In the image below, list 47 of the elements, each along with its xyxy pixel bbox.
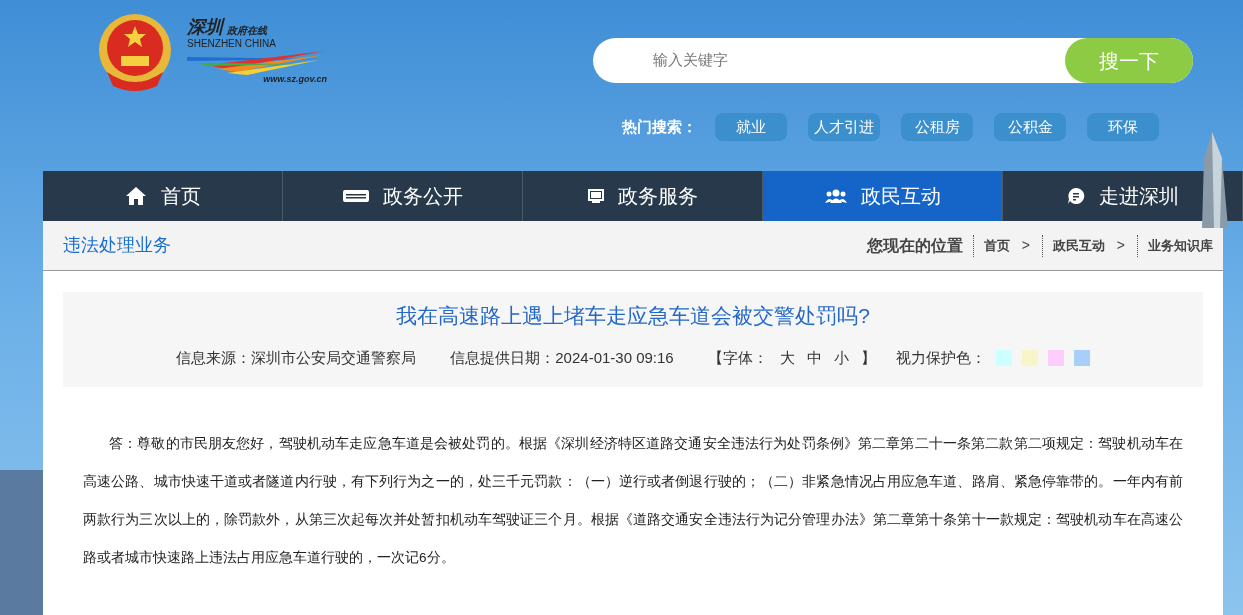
hot-search-tag[interactable]: 公积金 — [994, 113, 1066, 141]
newspaper-icon — [342, 190, 369, 202]
font-size-bracket: 】 — [860, 347, 876, 368]
emblem-icon — [97, 12, 173, 92]
nav-label: 政务服务 — [617, 184, 698, 209]
breadcrumb-separator: > — [1116, 236, 1125, 255]
breadcrumb-label: 您现在的位置 — [866, 235, 963, 256]
logo-url: www.sz.gov.cn — [263, 72, 327, 86]
nav-label: 政民互动 — [860, 184, 941, 209]
font-size-option[interactable]: 中 — [806, 346, 822, 369]
chat-icon — [1066, 187, 1085, 205]
hot-search-label: 热门搜索： — [622, 116, 697, 137]
nav-label: 走进深圳 — [1098, 184, 1179, 209]
logo-subtitle: 政府在线 — [227, 26, 267, 36]
nav-tab[interactable]: 政务服务 — [523, 171, 763, 221]
hot-search-tag[interactable]: 公租房 — [901, 113, 973, 141]
info-date: 信息提供日期：2024-01-30 09:16 — [450, 347, 674, 368]
hot-search-tag[interactable]: 人才引进 — [808, 113, 880, 141]
font-size-option[interactable]: 小 — [833, 346, 849, 369]
nav-tab[interactable]: 政民互动 — [763, 171, 1003, 221]
nav-label: 首页 — [160, 184, 201, 209]
monitor-icon — [587, 188, 604, 204]
article-body: 答：尊敬的市民朋友您好，驾驶机动车走应急车道是会被处罚的。根据《深圳经济特区道路交通安全违法行为处罚条例》第二章第二十一条第二款第二项规定：驾驶机动车在高速公路、城市快速干道或者隧道内行驶，有下列行为之一的，处三千元罚款：（一）逆行或者倒退行驶的；（二）非紧急情况占用应急车道、路肩、紧急停靠带的。一年内有前两款行为三次以上的，除罚款外，从第三次起每次并处暂扣机动车驾驶证三个月。根据《道路交通安全违法行为记分管理办法》第二章第十条第十一款规定：驾驶机动车在高速公路或者城市快速路上违法占用应急车道行驶的，一次记6分。 — [83, 435, 1183, 567]
nav-tab[interactable]: 走进深圳 — [1003, 171, 1243, 221]
breadcrumb-link[interactable]: 业务知识库 — [1148, 235, 1213, 256]
breadcrumb-link[interactable]: 政民互动 — [1052, 235, 1105, 256]
logo-title: 深圳 — [187, 18, 223, 36]
color-swatch[interactable] — [1073, 349, 1090, 366]
color-swatch[interactable] — [1021, 349, 1038, 366]
color-swatch[interactable] — [995, 349, 1012, 366]
section-title: 违法处理业务 — [63, 234, 171, 257]
people-icon — [824, 189, 847, 203]
article-title: 我在高速路上遇上堵车走应急车道会被交警处罚吗? — [396, 303, 870, 329]
breadcrumb-separator: > — [1021, 236, 1030, 255]
font-size-option[interactable]: 大 — [779, 346, 795, 369]
info-source: 信息来源：深圳市公安局交通警察局 — [176, 347, 417, 368]
font-size-label: 【字体： — [707, 347, 768, 368]
eye-care-label: 视力保护色： — [895, 347, 986, 368]
nav-tab[interactable]: 首页 — [43, 171, 283, 221]
nav-label: 政务公开 — [382, 184, 463, 209]
hot-search-tag[interactable]: 就业 — [715, 113, 787, 141]
logo-english: SHENZHEN CHINA — [187, 38, 277, 51]
hot-search-tag[interactable]: 环保 — [1087, 113, 1159, 141]
nav-tab[interactable]: 政务公开 — [283, 171, 523, 221]
breadcrumb-link[interactable]: 首页 — [983, 235, 1010, 256]
home-icon — [124, 186, 147, 206]
color-swatch[interactable] — [1047, 349, 1064, 366]
